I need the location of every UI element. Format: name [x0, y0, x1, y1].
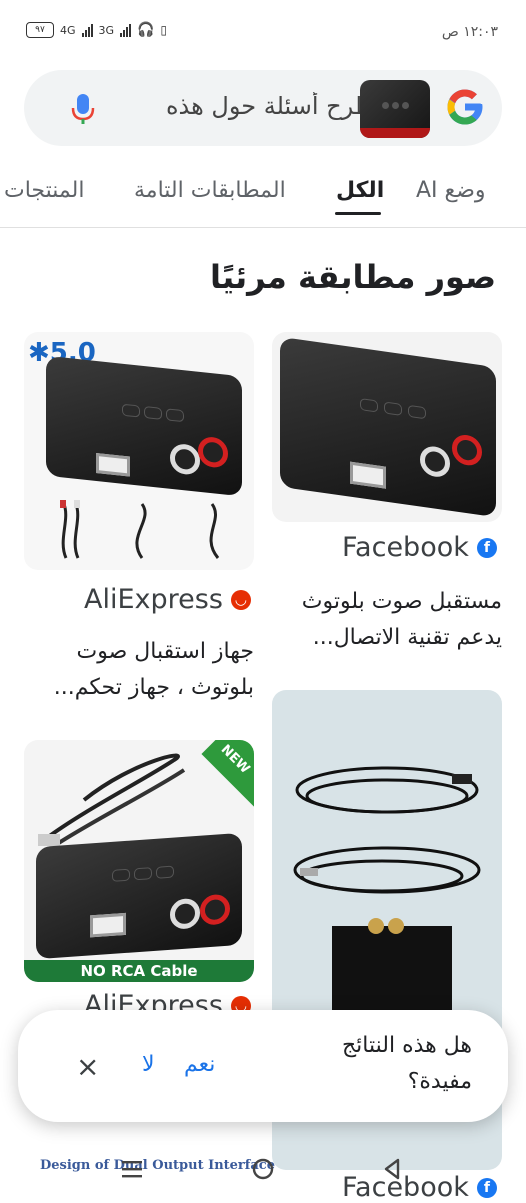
result-description-1[interactable]: مستقبل صوت بلوتوث يدعم تقنية الاتصال...	[276, 584, 502, 656]
signal-icon-2	[120, 23, 132, 37]
section-title: صور مطابقة مرئيًا	[210, 258, 496, 296]
mic-icon[interactable]	[68, 92, 98, 126]
tab-all[interactable]: الكل	[336, 178, 384, 203]
feedback-question: هل هذه النتائج مفيدة؟	[341, 1033, 472, 1094]
feedback-card: هل هذه النتائج مفيدة؟ نعم لا ×	[18, 1010, 508, 1122]
search-input[interactable]: طرح أسئلة حول هذه	[120, 92, 374, 120]
tab-products[interactable]: المنتجات	[4, 178, 84, 203]
google-logo-icon[interactable]	[444, 86, 486, 128]
no-rca-banner: NO RCA Cable	[24, 960, 254, 982]
status-icons: ٩٧ 4G 3G 🎧 ▯	[26, 22, 167, 38]
result-source-1[interactable]: Facebook f	[342, 532, 497, 563]
feedback-no-button[interactable]: لا	[142, 1052, 155, 1077]
home-icon[interactable]	[250, 1156, 276, 1182]
network-label-1: 4G	[60, 23, 76, 37]
status-bar: ٩٧ 4G 3G 🎧 ▯ ١٢:٠٣ ص	[0, 0, 526, 62]
result-image-2[interactable]: ✱5.0	[24, 332, 254, 570]
active-tab-indicator	[335, 212, 381, 215]
tab-exact-matches[interactable]: المطابقات التامة	[134, 178, 286, 203]
search-bar[interactable]: طرح أسئلة حول هذه	[24, 70, 502, 146]
recent-apps-icon[interactable]	[120, 1158, 144, 1180]
result-image-3[interactable]: NEW NO RCA Cable	[24, 740, 254, 982]
clock: ١٢:٠٣ ص	[441, 24, 498, 40]
signal-icon-1	[81, 23, 93, 37]
search-image-thumbnail[interactable]	[360, 80, 430, 138]
headphones-icon: 🎧	[137, 22, 155, 38]
result-image-1[interactable]	[272, 332, 502, 522]
cables-illustration	[60, 500, 220, 559]
facebook-icon: f	[476, 537, 497, 558]
result-description-2[interactable]: جهاز استقبال صوت بلوتوث ، جهاز تحكم...	[24, 634, 254, 706]
system-nav-bar	[0, 1140, 526, 1198]
network-label-2: 3G	[98, 23, 115, 37]
back-icon[interactable]	[380, 1156, 406, 1182]
vibrate-icon: ▯	[160, 23, 168, 37]
source-name: AliExpress	[84, 584, 223, 615]
feedback-yes-button[interactable]: نعم	[184, 1052, 215, 1077]
divider	[0, 227, 526, 228]
source-name: Facebook	[342, 532, 469, 563]
close-icon[interactable]: ×	[76, 1050, 99, 1083]
tab-ai-mode[interactable]: وضع AI	[416, 178, 486, 203]
battery-icon: ٩٧	[26, 22, 54, 38]
aliexpress-icon: ◡	[230, 589, 251, 610]
search-tabs: وضع AI الكل المطابقات التامة المنتجات	[0, 164, 526, 224]
result-source-2[interactable]: AliExpress ◡	[84, 584, 251, 615]
